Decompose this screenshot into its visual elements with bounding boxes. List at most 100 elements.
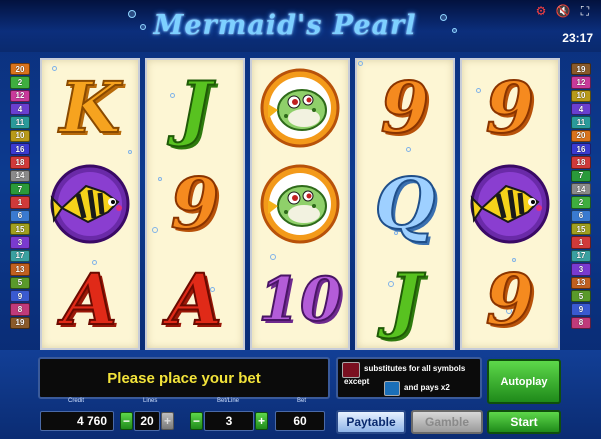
line-indicator: 11 [571, 116, 591, 129]
sound-muted-icon[interactable]: 🔇 [555, 3, 571, 19]
reel-symbol: 9 [462, 252, 558, 348]
line-indicator: 19 [571, 63, 591, 76]
line-indicator: 8 [571, 316, 591, 329]
line-indicator: 3 [571, 263, 591, 276]
line-indicator: 8 [10, 303, 30, 316]
symbol-j: J [387, 258, 422, 341]
reel-symbol: J [357, 252, 453, 348]
line-indicator: 11 [10, 116, 30, 129]
symbol-a: A [62, 258, 118, 341]
lines-label: Lines [143, 398, 158, 404]
reel-symbol: 9 [462, 60, 558, 156]
reel-4: 9 QJ [355, 58, 455, 350]
symbol-9: 9 [380, 66, 431, 149]
line-indicator: 18 [571, 156, 591, 169]
line-indicator: 9 [571, 303, 591, 316]
line-indicator: 5 [571, 289, 591, 303]
line-indicator: 6 [10, 209, 30, 223]
reel-3: 10 [250, 58, 350, 350]
reel-symbol: Q [357, 156, 453, 252]
line-indicator: 13 [10, 263, 30, 276]
betline-label: Bet/Line [217, 398, 240, 404]
mermaid-wild-icon [342, 362, 360, 378]
line-indicator: 12 [571, 76, 591, 89]
reel-symbol: A [42, 252, 138, 348]
line-indicator: 18 [10, 156, 30, 169]
wild-info-box: substitutes for all symbols except and p… [336, 357, 482, 399]
clock: 23:17 [562, 31, 593, 45]
symbol-k: K [59, 66, 122, 149]
symbol-9: 9 [485, 258, 536, 341]
credit-display: 4 760 [40, 411, 114, 431]
reel-symbol: K [42, 60, 138, 156]
reel-2: J 9 A [145, 58, 245, 350]
betline-plus-button[interactable]: + [255, 412, 268, 430]
header: Mermaid's Pearl ⚙ 🔇 ⛶ 23:17 [0, 0, 601, 52]
fullscreen-icon[interactable]: ⛶ [577, 3, 593, 19]
betline-minus-button[interactable]: − [190, 412, 203, 430]
line-indicator: 19 [10, 316, 30, 329]
lines-display: 20 [134, 411, 160, 431]
line-indicator: 9 [10, 289, 30, 303]
line-indicator: 1 [10, 196, 30, 209]
reel-symbol [42, 156, 138, 252]
betline-display: 3 [204, 411, 254, 431]
reel-symbol: 10 [252, 252, 348, 348]
autoplay-button[interactable]: Autoplay [487, 359, 561, 404]
credit-label: Credit [68, 398, 85, 404]
line-indicator: 10 [571, 89, 591, 103]
reels: K A J 9 A 10 9 Q J 9 9 [40, 58, 560, 350]
line-indicator: 5 [10, 276, 30, 289]
pufferfish-icon [260, 68, 340, 148]
line-indicator: 14 [571, 183, 591, 196]
line-indicator: 4 [571, 103, 591, 116]
angelfish-icon [50, 164, 130, 244]
symbol-j: J [177, 66, 212, 149]
info-line-2: except [344, 377, 370, 386]
line-indicator: 14 [10, 169, 30, 183]
line-indicator: 3 [10, 236, 30, 249]
line-indicators-right: 19 12 10 4 11 20 16 18 7 14 2 6 15 1 17 3 13 5 9 8 [571, 63, 591, 329]
info-line-3: and pays x2 [404, 383, 450, 392]
reel-symbol: A [147, 252, 243, 348]
angelfish-icon [470, 164, 550, 244]
line-indicator: 13 [571, 276, 591, 289]
bet-display: 60 [275, 411, 325, 431]
reel-symbol: 9 [147, 156, 243, 252]
pufferfish-icon [260, 164, 340, 244]
reel-1: KA [40, 58, 140, 350]
line-indicator: 15 [10, 223, 30, 236]
game-logo: Mermaid's Pearl [153, 9, 417, 41]
line-indicator: 12 [10, 89, 30, 103]
line-indicator: 10 [10, 129, 30, 143]
bubble-icon [452, 28, 457, 33]
game-frame: Mermaid's Pearl ⚙ 🔇 ⛶ 23:17 20 2 12 4 11 10 16… [0, 0, 601, 439]
symbol-10: 10 [257, 265, 342, 335]
line-indicator: 7 [571, 169, 591, 183]
line-indicator: 17 [571, 249, 591, 263]
reel-symbol [462, 156, 558, 252]
symbol-9: 9 [485, 66, 536, 149]
reel-symbol: 9 [357, 60, 453, 156]
settings-off-icon[interactable]: ⚙ [533, 3, 549, 19]
symbol-q: Q [374, 162, 437, 245]
reel-symbol [252, 156, 348, 252]
line-indicator: 17 [10, 249, 30, 263]
gamble-button[interactable]: Gamble [411, 410, 483, 434]
line-indicator: 1 [571, 236, 591, 249]
lines-plus-button[interactable]: + [161, 412, 174, 430]
line-indicator: 2 [10, 76, 30, 89]
line-indicator: 15 [571, 223, 591, 236]
paytable-button[interactable]: Paytable [336, 410, 406, 434]
start-button[interactable]: Start [487, 410, 561, 434]
lines-minus-button[interactable]: − [120, 412, 133, 430]
line-indicator: 2 [571, 196, 591, 209]
info-line-1: substitutes for all symbols [364, 364, 466, 373]
reel-5: 99 [460, 58, 560, 350]
reel-symbol: J [147, 60, 243, 156]
line-indicator: 16 [10, 143, 30, 156]
line-indicator: 7 [10, 183, 30, 196]
reel-symbol [252, 60, 348, 156]
line-indicator: 20 [571, 129, 591, 143]
symbol-9: 9 [170, 162, 221, 245]
